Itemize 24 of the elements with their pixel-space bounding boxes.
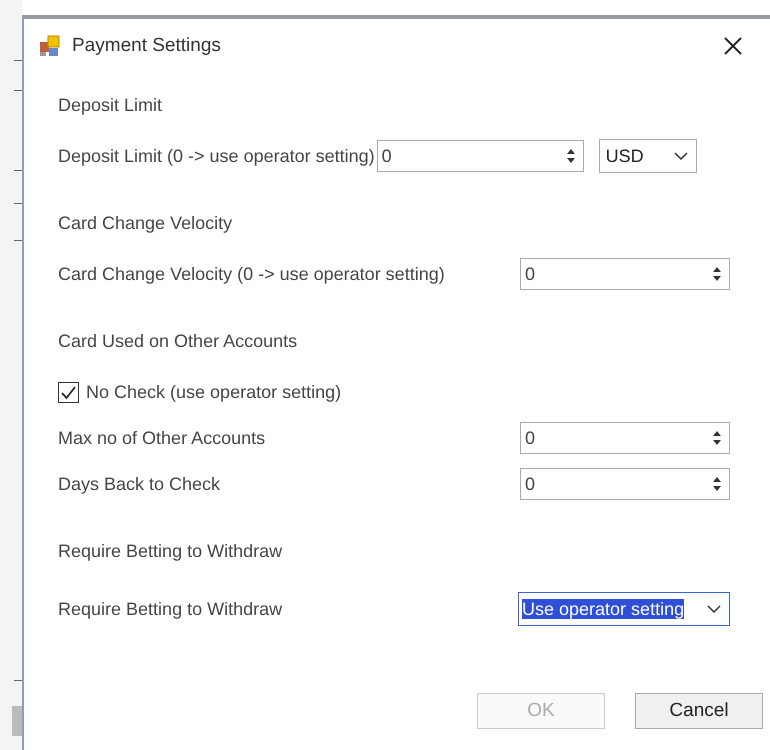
chevron-down-icon bbox=[674, 152, 688, 160]
window-title: Payment Settings bbox=[72, 34, 221, 58]
number-spin-field[interactable]: 0 bbox=[376, 140, 584, 172]
background-scrollbar-thumb[interactable] bbox=[12, 706, 22, 736]
field-label: Days Back to Check bbox=[58, 472, 222, 496]
chevron-down-icon bbox=[707, 605, 721, 613]
field-label: Card Change Velocity (0 -> use operator setting) bbox=[58, 262, 446, 286]
dialog-button[interactable]: Cancel bbox=[635, 693, 763, 729]
dropdown[interactable]: Use operator setting bbox=[518, 592, 730, 626]
app-icon bbox=[38, 34, 62, 58]
section-heading: Require Betting to Withdraw bbox=[58, 540, 282, 563]
field-label: Max no of Other Accounts bbox=[58, 426, 266, 450]
number-spin-field[interactable]: 0 bbox=[520, 468, 730, 500]
checkbox[interactable] bbox=[58, 382, 79, 402]
number-spin-field[interactable]: 0 bbox=[520, 422, 730, 454]
close-icon bbox=[723, 36, 743, 56]
field-label: Deposit Limit (0 -> use operator setting) bbox=[58, 144, 375, 168]
section-heading: Card Change Velocity bbox=[58, 212, 232, 235]
number-spin-field[interactable]: 0 bbox=[520, 258, 730, 290]
currency-dropdown[interactable]: USD bbox=[598, 139, 697, 173]
field-label: Require Betting to Withdraw bbox=[58, 598, 284, 621]
section-heading: Deposit Limit bbox=[58, 94, 162, 117]
section-heading: Card Used on Other Accounts bbox=[58, 330, 298, 352]
checkbox-label: No Check (use operator setting) bbox=[86, 380, 342, 404]
